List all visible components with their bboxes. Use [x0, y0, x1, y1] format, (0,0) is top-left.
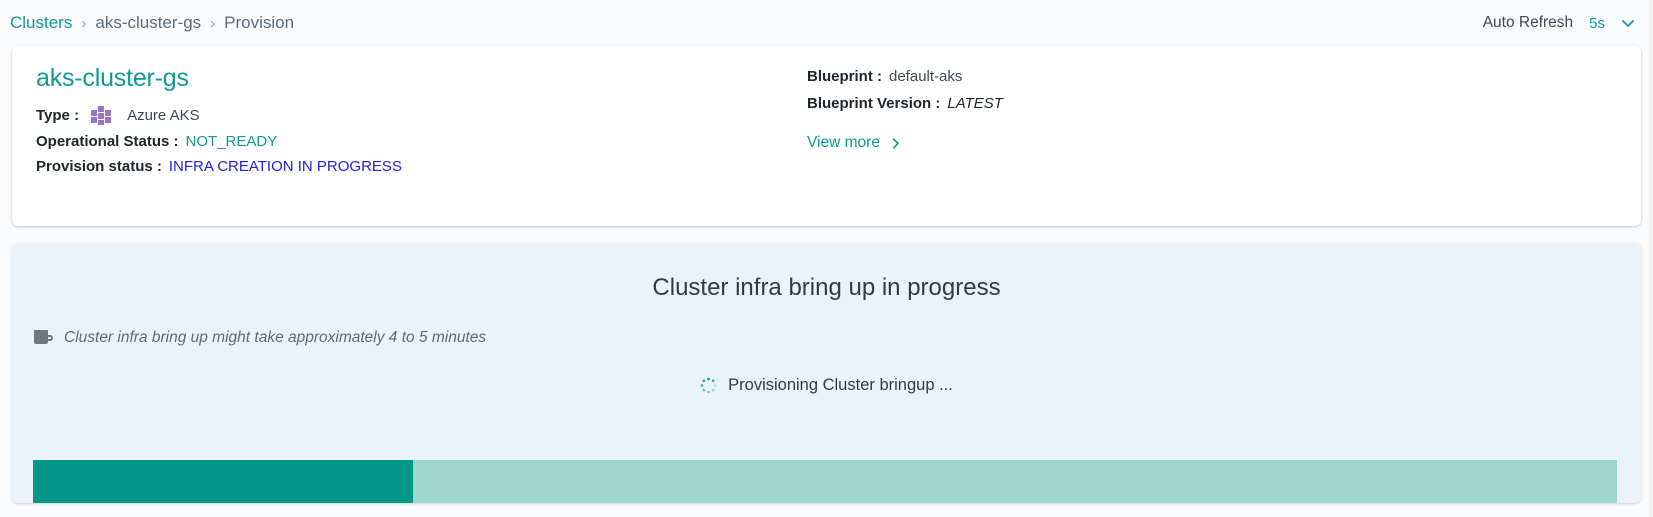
auto-refresh-label: Auto Refresh [1482, 14, 1574, 31]
auto-refresh-interval-value[interactable]: 5s [1589, 15, 1605, 32]
blueprint-label: Blueprint : [807, 68, 882, 85]
breadcrumb-item-cluster[interactable]: aks-cluster-gs [95, 13, 201, 33]
operational-status-value: NOT_READY [185, 133, 278, 150]
blueprint-version-label: Blueprint Version : [807, 95, 941, 112]
progress-bar-fill [33, 460, 414, 503]
auto-refresh-control[interactable]: Auto Refresh 5s [1483, 14, 1637, 32]
breadcrumb-link-clusters[interactable]: Clusters [10, 13, 72, 33]
blueprint-value: default-aks [889, 68, 963, 85]
breadcrumb-separator-icon: › [210, 14, 216, 32]
progress-note-row: Cluster infra bring up might take approx… [12, 329, 1641, 347]
top-bar: Clusters › aks-cluster-gs › Provision Au… [0, 0, 1653, 46]
progress-status-text: Provisioning Cluster bringup ... [728, 376, 953, 394]
view-more-link[interactable]: View more [807, 134, 903, 152]
view-more-label: View more [807, 134, 880, 151]
blueprint-info-group: Blueprint : default-aks Blueprint Versio… [807, 68, 1003, 152]
chevron-right-icon [888, 136, 903, 151]
provision-status-row: Provision status : INFRA CREATION IN PRO… [36, 158, 1617, 175]
progress-bar-track [33, 460, 1617, 503]
breadcrumb-separator-icon: › [81, 14, 87, 32]
blueprint-version-value: LATEST [947, 95, 1003, 112]
provision-status-value: INFRA CREATION IN PROGRESS [168, 158, 402, 175]
breadcrumb-item-current: Provision [224, 13, 295, 32]
progress-status-row: Provisioning Cluster bringup ... [12, 376, 1641, 395]
coffee-mug-icon [34, 330, 54, 346]
loading-spinner-icon [700, 377, 717, 394]
azure-aks-icon [91, 106, 113, 125]
blueprint-row: Blueprint : default-aks [807, 68, 1003, 85]
progress-note-text: Cluster infra bring up might take approx… [64, 329, 487, 346]
provision-progress-panel: Cluster infra bring up in progress Clust… [12, 243, 1641, 503]
page-scrollbar[interactable] [1649, 0, 1653, 517]
cluster-type-value: Azure AKS [127, 107, 200, 124]
provision-status-label: Provision status : [36, 158, 162, 175]
breadcrumb: Clusters › aks-cluster-gs › Provision [10, 13, 294, 33]
progress-heading: Cluster infra bring up in progress [652, 274, 1001, 301]
chevron-down-icon[interactable] [1619, 14, 1637, 32]
cluster-info-card: aks-cluster-gs Type : Azure AKS Operatio… [12, 46, 1641, 226]
cluster-type-label: Type : [36, 107, 80, 124]
operational-status-label: Operational Status : [36, 133, 179, 150]
blueprint-version-row: Blueprint Version : LATEST [807, 95, 1003, 112]
